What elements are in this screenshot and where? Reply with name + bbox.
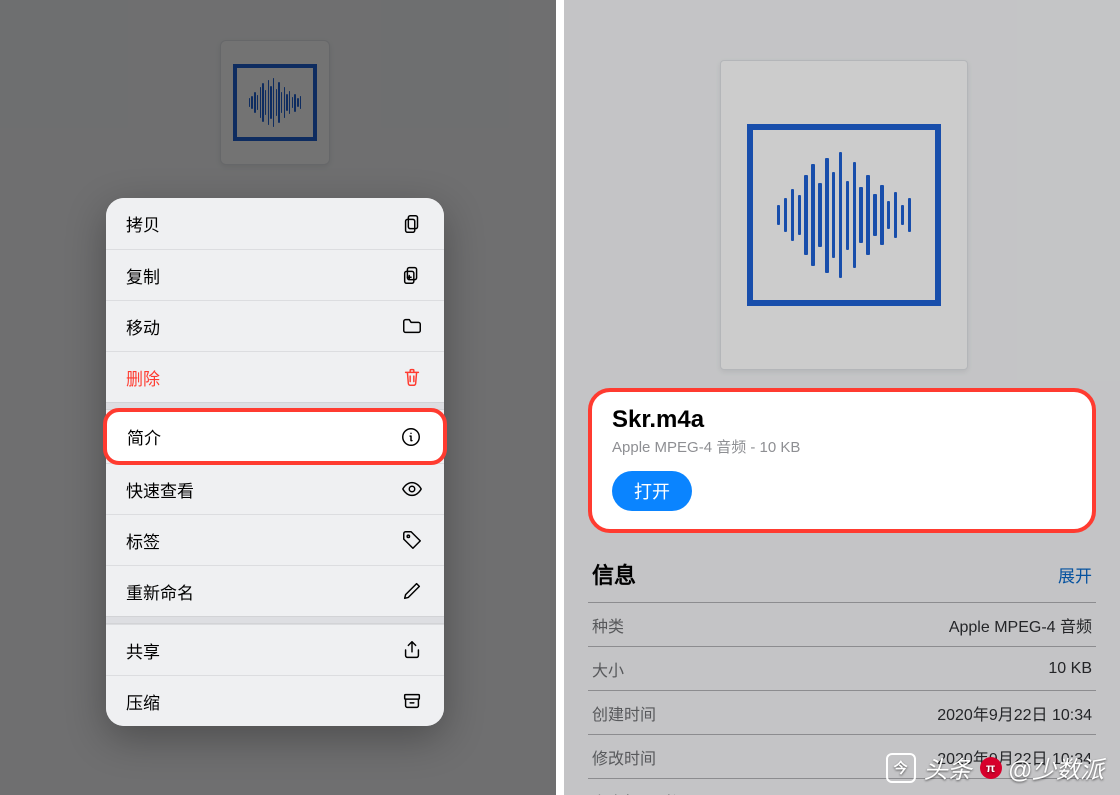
credit-right: @少数派 bbox=[1008, 750, 1104, 785]
folder-icon bbox=[400, 314, 424, 338]
audio-icon bbox=[233, 64, 317, 142]
menu-delete[interactable]: 删除 bbox=[106, 351, 444, 402]
file-name: Skr.m4a bbox=[612, 406, 1072, 434]
context-menu: 拷贝 复制 移动 删除 简介 快速查看 标签 重新命名 共享 压缩 bbox=[106, 198, 444, 726]
open-button[interactable]: 打开 bbox=[612, 471, 692, 511]
menu-share[interactable]: 共享 bbox=[106, 624, 444, 675]
pane-divider bbox=[556, 0, 564, 795]
share-icon bbox=[400, 638, 424, 662]
menu-label: 快速查看 bbox=[126, 477, 194, 502]
menu-rename[interactable]: 重新命名 bbox=[106, 565, 444, 616]
expand-button[interactable]: 展开 bbox=[1058, 562, 1092, 587]
menu-label: 压缩 bbox=[126, 689, 160, 714]
info-title: 信息 bbox=[592, 558, 636, 590]
info-row-created: 创建时间2020年9月22日 10:34 bbox=[588, 690, 1096, 734]
tag-icon bbox=[400, 528, 424, 552]
menu-label: 共享 bbox=[126, 638, 160, 663]
file-info-card: Skr.m4a Apple MPEG-4 音频 - 10 KB 打开 bbox=[588, 388, 1096, 533]
file-preview-card bbox=[220, 40, 330, 165]
info-row-size: 大小10 KB bbox=[588, 646, 1096, 690]
info-row-kind: 种类Apple MPEG-4 音频 bbox=[588, 602, 1096, 646]
menu-copy[interactable]: 拷贝 bbox=[106, 198, 444, 249]
info-icon bbox=[399, 425, 423, 449]
duplicate-icon bbox=[400, 263, 424, 287]
menu-duplicate[interactable]: 复制 bbox=[106, 249, 444, 300]
menu-quicklook[interactable]: 快速查看 bbox=[106, 463, 444, 514]
menu-label: 重新命名 bbox=[126, 579, 194, 604]
menu-label: 删除 bbox=[126, 365, 160, 390]
file-preview-card bbox=[720, 60, 968, 370]
left-pane: 拷贝 复制 移动 删除 简介 快速查看 标签 重新命名 共享 压缩 bbox=[0, 0, 556, 795]
file-subtitle: Apple MPEG-4 音频 - 10 KB bbox=[612, 436, 1072, 457]
menu-label: 复制 bbox=[126, 263, 160, 288]
menu-tags[interactable]: 标签 bbox=[106, 514, 444, 565]
sspai-icon: π bbox=[980, 757, 1002, 779]
archive-icon bbox=[400, 689, 424, 713]
menu-label: 简介 bbox=[127, 424, 161, 449]
copy-pages-icon bbox=[400, 212, 424, 236]
menu-label: 拷贝 bbox=[126, 211, 160, 236]
audio-icon bbox=[747, 124, 941, 307]
credit-left: 头条 bbox=[924, 750, 972, 785]
right-pane: Skr.m4a Apple MPEG-4 音频 - 10 KB 打开 信息 展开… bbox=[564, 0, 1120, 795]
menu-compress[interactable]: 压缩 bbox=[106, 675, 444, 726]
menu-label: 标签 bbox=[126, 528, 160, 553]
credits: 今 头条 π @少数派 bbox=[886, 750, 1104, 785]
toutiao-badge-icon: 今 bbox=[886, 753, 916, 783]
trash-icon bbox=[400, 365, 424, 389]
menu-move[interactable]: 移动 bbox=[106, 300, 444, 351]
menu-label: 移动 bbox=[126, 314, 160, 339]
menu-get-info[interactable]: 简介 bbox=[103, 408, 447, 465]
menu-separator bbox=[106, 616, 444, 624]
pencil-icon bbox=[400, 579, 424, 603]
eye-icon bbox=[400, 477, 424, 501]
